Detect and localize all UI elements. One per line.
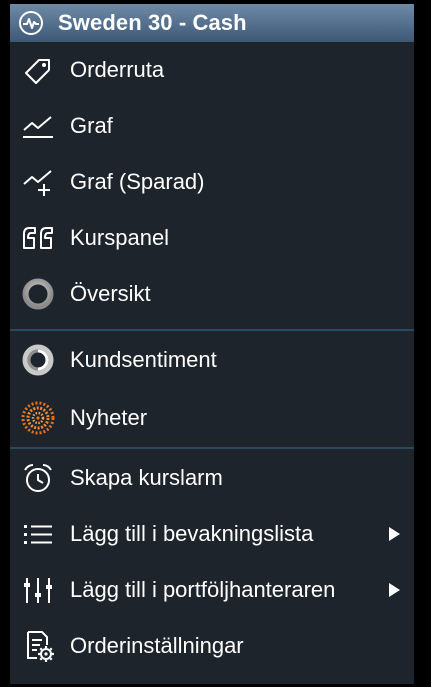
menu-item-graf[interactable]: Graf: [10, 98, 414, 154]
menu-item-nyheter[interactable]: Nyheter: [10, 390, 414, 446]
menu-item-label: Nyheter: [70, 405, 148, 430]
menu-item-label: Orderinställningar: [70, 633, 244, 658]
submenu-arrow-icon: [389, 583, 400, 597]
menu-divider: [10, 329, 414, 331]
sentiment-icon: [18, 340, 58, 380]
tag-icon: [18, 50, 58, 90]
menu-item-kundsentiment[interactable]: Kundsentiment: [10, 332, 414, 388]
menu-item-kurspanel[interactable]: Kurspanel: [10, 210, 414, 266]
sliders-icon: [18, 570, 58, 610]
line-chart-icon: [18, 106, 58, 146]
menu-item-label: Kurspanel: [70, 225, 170, 250]
menu-item-label: Lägg till i portföljhanteraren: [70, 577, 336, 602]
menu-item-label: Graf: [70, 113, 113, 138]
chart-plus-icon: [18, 162, 58, 202]
menu-item-orderinstallningar[interactable]: Orderinställningar: [10, 618, 414, 674]
list-icon: [18, 514, 58, 554]
context-menu: Sweden 30 - Cash Orderruta Graf Graf (Sp…: [10, 4, 414, 684]
activity-pulse-icon: [18, 10, 44, 36]
menu-item-label: Skapa kurslarm: [70, 465, 223, 490]
menu-item-label: Översikt: [70, 281, 151, 306]
menu-item-orderruta[interactable]: Orderruta: [10, 42, 414, 98]
menu-item-label: Graf (Sparad): [70, 169, 205, 194]
menu-item-skapa-kurslarm[interactable]: Skapa kurslarm: [10, 450, 414, 506]
submenu-arrow-icon: [389, 527, 400, 541]
menu-header: Sweden 30 - Cash: [10, 4, 414, 42]
news-icon: [18, 398, 58, 438]
ring-icon: [18, 274, 58, 314]
menu-item-label: Kundsentiment: [70, 347, 217, 372]
menu-item-bevakningslista[interactable]: Lägg till i bevakningslista: [10, 506, 414, 562]
alarm-clock-icon: [18, 458, 58, 498]
menu-divider: [10, 447, 414, 449]
quote-icon: [18, 218, 58, 258]
menu-item-portfoljhanteraren[interactable]: Lägg till i portföljhanteraren: [10, 562, 414, 618]
menu-item-label: Orderruta: [70, 57, 165, 82]
menu-item-label: Lägg till i bevakningslista: [70, 521, 314, 546]
document-settings-icon: [18, 626, 58, 666]
menu-item-oversikt[interactable]: Översikt: [10, 266, 414, 322]
menu-item-graf-sparad[interactable]: Graf (Sparad): [10, 154, 414, 210]
menu-title: Sweden 30 - Cash: [58, 10, 247, 35]
